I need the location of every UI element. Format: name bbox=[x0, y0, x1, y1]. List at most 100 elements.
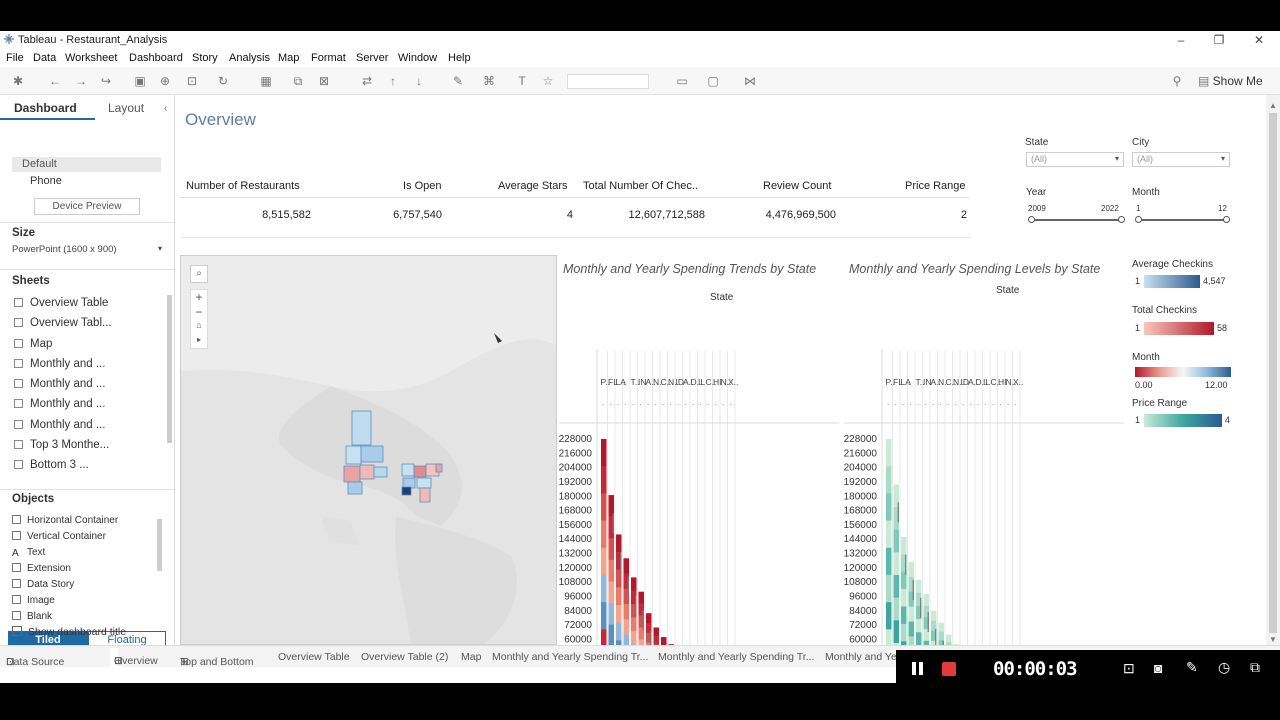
scroll-up-icon[interactable]: ▲ bbox=[1269, 101, 1277, 110]
menu-worksheet[interactable]: Worksheet bbox=[65, 52, 117, 64]
state-filter-dropdown[interactable]: (All) ▾ bbox=[1026, 152, 1124, 167]
save-icon[interactable]: ▣ bbox=[133, 74, 147, 88]
new-data-source-icon[interactable]: ⊕ bbox=[158, 74, 172, 88]
menu-map[interactable]: Map bbox=[278, 52, 299, 64]
pin-toolbar-icon[interactable]: ⚲ bbox=[1170, 74, 1184, 88]
vertical-scrollbar[interactable]: ▲ ▼ bbox=[1266, 95, 1280, 645]
spending-levels-chart[interactable]: P...FL.LA...T...IN.A...N...C...N...ID.A.… bbox=[844, 281, 1126, 651]
pause-icon[interactable] bbox=[912, 662, 916, 675]
sort-asc-icon[interactable]: ↑ bbox=[386, 74, 400, 88]
sheet-item[interactable]: Overview Table bbox=[14, 297, 108, 309]
minimize-button[interactable]: – bbox=[1170, 32, 1192, 48]
stop-record-icon[interactable] bbox=[942, 662, 956, 676]
menu-dashboard[interactable]: Dashboard bbox=[129, 52, 183, 64]
menu-data[interactable]: Data bbox=[33, 52, 56, 64]
pen-icon[interactable]: ✎ bbox=[1186, 659, 1198, 676]
menu-story[interactable]: Story bbox=[192, 52, 218, 64]
menu-help[interactable]: Help bbox=[448, 52, 471, 64]
month-slider-min-handle[interactable] bbox=[1135, 216, 1142, 223]
refresh-icon[interactable]: ↻ bbox=[216, 74, 230, 88]
tab-overview-active[interactable]: ⊞ Overview bbox=[110, 648, 158, 667]
swap-icon[interactable]: ⇄ bbox=[360, 74, 374, 88]
tableau-home-icon[interactable]: ✱ bbox=[11, 74, 25, 88]
sheet-item[interactable]: Bottom 3 ... bbox=[14, 459, 89, 471]
sheet-item[interactable]: Monthly and ... bbox=[14, 419, 105, 431]
object-vertical-container[interactable]: Vertical Container bbox=[12, 531, 106, 542]
clear-sheet-icon[interactable]: ⊠ bbox=[317, 74, 331, 88]
month-slider[interactable] bbox=[1138, 219, 1226, 221]
year-slider-min-handle[interactable] bbox=[1028, 216, 1035, 223]
restore-button[interactable]: ❐ bbox=[1208, 32, 1230, 48]
search-icon[interactable]: ⌕ bbox=[190, 265, 208, 283]
region-select-icon[interactable]: ⊡ bbox=[1123, 660, 1135, 677]
device-phone[interactable]: Phone bbox=[30, 175, 62, 187]
show-title-checkbox[interactable]: Show dashboard title bbox=[12, 626, 126, 638]
object-blank[interactable]: Blank bbox=[12, 611, 52, 622]
sheet-item[interactable]: Monthly and ... bbox=[14, 358, 105, 370]
redo-icon[interactable]: → bbox=[74, 74, 88, 88]
pin-icon[interactable]: ☆ bbox=[541, 74, 555, 88]
object-extension[interactable]: Extension bbox=[12, 563, 71, 574]
menu-analysis[interactable]: Analysis bbox=[229, 52, 270, 64]
spending-trends-chart[interactable]: P...FL.LA...T...IN.A...N...C...N...ID.A.… bbox=[559, 281, 841, 651]
object-horizontal-container[interactable]: Horizontal Container bbox=[12, 515, 118, 526]
group-icon[interactable]: ⌘ bbox=[482, 74, 496, 88]
tab-map[interactable]: Map bbox=[461, 651, 481, 663]
objects-scrollbar[interactable] bbox=[157, 519, 162, 571]
object-data-story[interactable]: Data Story bbox=[12, 579, 74, 590]
sheet-item[interactable]: Monthly and ... bbox=[14, 378, 105, 390]
camera-icon[interactable]: ◙ bbox=[1154, 660, 1162, 676]
tab-dashboard[interactable]: Dashboard bbox=[14, 101, 77, 115]
reset-map-icon[interactable]: ⌂ bbox=[191, 320, 207, 335]
map-view[interactable]: ⌕ + − ⌂ ▸ bbox=[180, 255, 557, 645]
sheet-item[interactable]: Top 3 Monthe... bbox=[14, 439, 109, 451]
minimize-recorder-icon[interactable]: ⧉ bbox=[1250, 659, 1260, 676]
sheet-item[interactable]: Map bbox=[14, 338, 52, 350]
sheet-item[interactable]: Overview Tabl... bbox=[14, 317, 112, 329]
labels-icon[interactable]: T bbox=[515, 74, 529, 88]
fit-dropdown[interactable] bbox=[567, 74, 649, 89]
y-tick-label: 96000 bbox=[849, 591, 877, 602]
tab-monthly-1[interactable]: Monthly and Yearly Spending Tr... bbox=[492, 651, 648, 663]
zoom-in-icon[interactable]: + bbox=[191, 290, 207, 305]
pause-updates-icon[interactable]: ⊡ bbox=[185, 74, 199, 88]
duplicate-icon[interactable]: ⧉ bbox=[291, 74, 305, 88]
month-slider-max-handle[interactable] bbox=[1223, 216, 1230, 223]
tab-overview-table[interactable]: Overview Table bbox=[278, 651, 350, 663]
close-button[interactable]: ✕ bbox=[1248, 32, 1270, 48]
collapse-pane-icon[interactable]: ‹ bbox=[164, 103, 167, 114]
menu-file[interactable]: File bbox=[6, 52, 24, 64]
tab-monthly-3[interactable]: Monthly and Ye bbox=[825, 651, 897, 663]
menu-format[interactable]: Format bbox=[311, 52, 346, 64]
city-filter-dropdown[interactable]: (All) ▾ bbox=[1132, 152, 1230, 167]
object-image[interactable]: Image bbox=[12, 595, 55, 606]
year-slider[interactable] bbox=[1031, 219, 1121, 221]
undo-icon[interactable]: ← bbox=[48, 74, 62, 88]
menu-window[interactable]: Window bbox=[398, 52, 437, 64]
menu-server[interactable]: Server bbox=[356, 52, 388, 64]
scroll-down-icon[interactable]: ▼ bbox=[1269, 635, 1277, 644]
sheets-scrollbar[interactable] bbox=[167, 295, 172, 443]
scrollbar-thumb[interactable] bbox=[1269, 113, 1277, 633]
device-preview-button[interactable]: Device Preview bbox=[34, 198, 140, 215]
device-default[interactable]: Default bbox=[12, 157, 161, 172]
zoom-out-icon[interactable]: − bbox=[191, 305, 207, 320]
new-worksheet-icon[interactable]: ▦ bbox=[259, 74, 273, 88]
size-select[interactable]: PowerPoint (1600 x 900) ▾ bbox=[12, 244, 162, 255]
show-cards-icon[interactable]: ▭ bbox=[675, 74, 689, 88]
redo-history-icon[interactable]: ↪ bbox=[99, 74, 113, 88]
bar-segment bbox=[623, 604, 629, 620]
tab-overview-table-2[interactable]: Overview Table (2) bbox=[361, 651, 448, 663]
timer-icon[interactable]: ◷ bbox=[1218, 659, 1230, 676]
presentation-icon[interactable]: ▢ bbox=[706, 74, 720, 88]
share-icon[interactable]: ⋈ bbox=[743, 74, 757, 88]
tab-monthly-2[interactable]: Monthly and Yearly Spending Tr... bbox=[658, 651, 814, 663]
sort-desc-icon[interactable]: ↓ bbox=[412, 74, 426, 88]
highlight-icon[interactable]: ✎ bbox=[451, 74, 465, 88]
year-slider-max-handle[interactable] bbox=[1118, 216, 1125, 223]
tab-layout[interactable]: Layout bbox=[108, 101, 144, 115]
show-me-button[interactable]: ▤ Show Me bbox=[1198, 74, 1263, 88]
expand-toolbar-icon[interactable]: ▸ bbox=[191, 335, 207, 350]
object-text[interactable]: A Text bbox=[12, 547, 45, 559]
sheet-item[interactable]: Monthly and ... bbox=[14, 398, 105, 410]
